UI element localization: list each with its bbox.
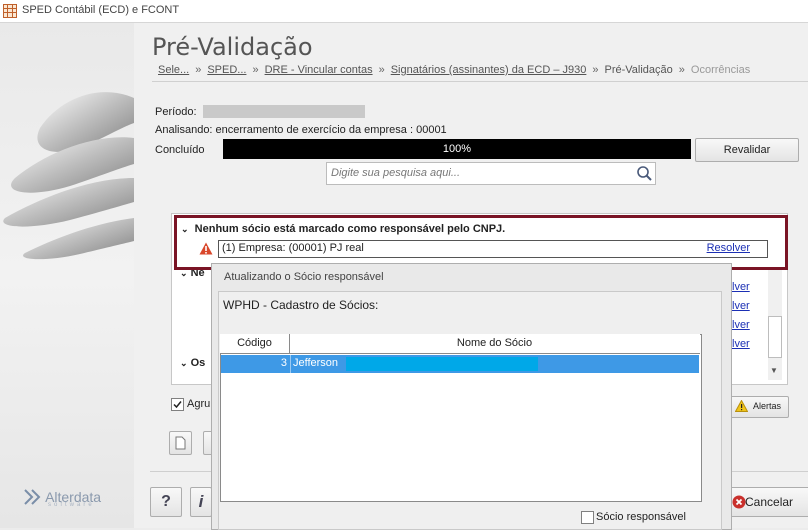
- alterdata-logo-icon: [24, 489, 41, 505]
- check-icon: [173, 401, 182, 409]
- page-title: Pré-Validação: [152, 33, 313, 61]
- cell-highlight: [346, 357, 538, 371]
- breadcrumb-selecao[interactable]: Sele...: [158, 64, 189, 76]
- breadcrumb-pre-validacao: Pré-Validação: [604, 64, 673, 76]
- resolver-link[interactable]: lver: [732, 319, 750, 331]
- info-button[interactable]: i: [190, 487, 212, 517]
- alertas-label: Alertas: [753, 401, 782, 411]
- side-decoration: Alterdata software: [0, 23, 134, 528]
- table-row[interactable]: 3 Jefferson: [221, 355, 699, 373]
- breadcrumb: Sele... » SPED... » DRE - Vincular contas » Si…: [158, 64, 750, 76]
- grid-header: Código Nome do Sócio: [220, 334, 700, 354]
- agrupar-label: Agru: [187, 398, 211, 410]
- tree-group-1: ⌄ Nenhum sócio está marcado como respons…: [181, 223, 505, 235]
- title-bar: SPED Contábil (ECD) e FCONT: [0, 0, 808, 23]
- breadcrumb-sep: »: [378, 64, 385, 76]
- breadcrumb-sep: »: [195, 64, 202, 76]
- progress-text: 100%: [442, 143, 472, 155]
- cell-codigo: 3: [280, 357, 287, 369]
- alertas-button[interactable]: Alertas: [729, 396, 789, 418]
- progress-bar: 100%: [223, 139, 691, 159]
- highlighted-occurrence: ⌄ Nenhum sócio está marcado como respons…: [174, 215, 788, 270]
- concluido-label: Concluído: [155, 144, 205, 156]
- search-placeholder: Digite sua pesquisa aqui...: [331, 167, 461, 179]
- socio-responsavel-label: Sócio responsável: [596, 511, 686, 523]
- revalidar-button[interactable]: Revalidar: [695, 138, 799, 162]
- search-input[interactable]: Digite sua pesquisa aqui...: [326, 162, 636, 185]
- warning-icon: [199, 242, 213, 255]
- brand-sub: software: [48, 502, 95, 508]
- resolver-link[interactable]: lver: [732, 300, 750, 312]
- alert-icon: [735, 400, 748, 412]
- logo-swirl-graphic: [3, 92, 134, 260]
- cell-divider: [290, 355, 291, 373]
- socio-responsavel-checkbox[interactable]: [581, 511, 594, 524]
- analisando-text: Analisando: encerramento de exercício da…: [155, 124, 447, 136]
- resolver-link[interactable]: Resolver: [707, 242, 750, 254]
- window-title: SPED Contábil (ECD) e FCONT: [22, 4, 180, 16]
- scroll-thumb[interactable]: [768, 316, 782, 358]
- breadcrumb-signatarios[interactable]: Signatários (assinantes) da ECD – J930: [391, 64, 587, 76]
- periodo-label: Período:: [155, 106, 197, 118]
- resolver-link[interactable]: lver: [732, 338, 750, 350]
- help-button[interactable]: ?: [150, 487, 182, 517]
- tree-group-3-label: Os: [190, 357, 206, 369]
- cancelar-button[interactable]: Cancelar: [728, 487, 808, 517]
- document-icon: [175, 436, 186, 450]
- column-header-nome[interactable]: Nome do Sócio: [290, 334, 699, 353]
- breadcrumb-sep: »: [592, 64, 599, 76]
- cancel-icon: [732, 495, 746, 509]
- search-icon: [637, 166, 652, 181]
- resolver-link[interactable]: lver: [732, 281, 750, 293]
- brand-logo: Alterdata software: [24, 489, 101, 508]
- dialog-title: Atualizando o Sócio responsável: [224, 271, 384, 283]
- cancelar-label: Cancelar: [745, 495, 794, 509]
- app-icon: [3, 4, 17, 18]
- periodo-value-redacted: [203, 105, 365, 118]
- scroll-down-icon[interactable]: ▼: [770, 366, 778, 375]
- breadcrumb-sep: »: [252, 64, 259, 76]
- tree-item-text: (1) Empresa: (00001) PJ real: [222, 242, 364, 254]
- tree-group-3-partial: ⌄ Os: [180, 357, 205, 369]
- collapse-icon[interactable]: ⌄: [180, 358, 188, 368]
- search-button[interactable]: [634, 162, 656, 185]
- breadcrumb-dre[interactable]: DRE - Vincular contas: [265, 64, 373, 76]
- column-header-codigo[interactable]: Código: [220, 334, 290, 353]
- breadcrumb-divider: [152, 81, 808, 82]
- breadcrumb-ocorrencias: Ocorrências: [690, 64, 751, 76]
- collapse-icon[interactable]: ⌄: [181, 224, 189, 234]
- agrupar-checkbox[interactable]: [171, 398, 184, 411]
- breadcrumb-sped[interactable]: SPED...: [207, 64, 246, 76]
- panel-title: WPHD - Cadastro de Sócios:: [223, 298, 379, 312]
- cell-nome: Jefferson: [293, 357, 339, 369]
- tree-group-1-title: Nenhum sócio está marcado como responsáv…: [194, 223, 506, 235]
- tree-item-selected[interactable]: (1) Empresa: (00001) PJ real Resolver: [199, 240, 768, 258]
- breadcrumb-sep: »: [678, 64, 685, 76]
- new-document-button[interactable]: [169, 431, 192, 455]
